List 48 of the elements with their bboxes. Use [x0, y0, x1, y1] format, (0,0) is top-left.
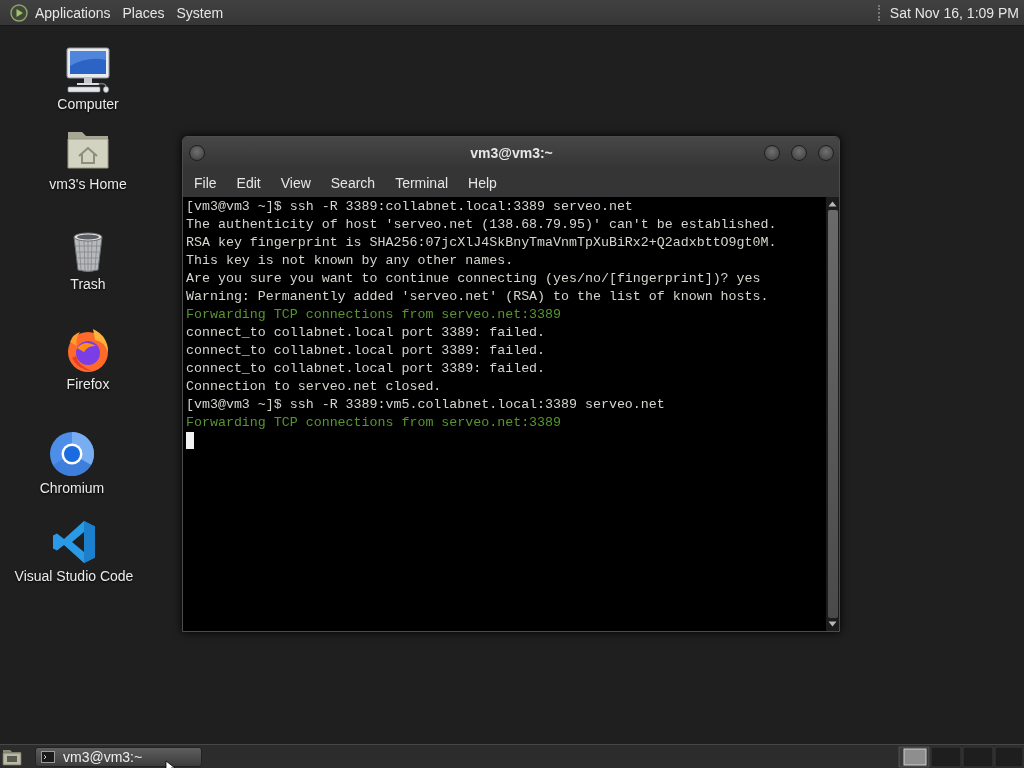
- play-circle-icon[interactable]: [10, 3, 28, 22]
- scrollbar-thumb[interactable]: [827, 210, 838, 618]
- panel-menu-item[interactable]: Places: [117, 0, 170, 25]
- terminal-line: Connection to serveo.net closed.: [186, 378, 443, 396]
- icon-label[interactable]: Computer: [57, 96, 119, 113]
- folder-icon[interactable]: [2, 747, 22, 766]
- ribbon-icon[interactable]: [50, 518, 98, 566]
- panel-menu-item[interactable]: Applications: [30, 0, 116, 25]
- maximize-button[interactable]: [791, 144, 807, 161]
- panel-menu-item[interactable]: System: [171, 0, 229, 25]
- terminal-line: [vm3@vm3 ~]$ ssh -R 3389:vm5.collabnet.local:3389 serveo.net: [186, 396, 666, 414]
- scrollbar[interactable]: [826, 197, 839, 631]
- close-button[interactable]: [818, 144, 834, 161]
- down-arrow-icon[interactable]: [828, 621, 837, 627]
- menu-item[interactable]: Edit: [226, 170, 271, 195]
- terminal-line: [vm3@vm3 ~]$ ssh -R 3389:collabnet.local:3389 serveo.net: [186, 198, 634, 216]
- terminal-line: The authenticity of host 'serveo.net (138.68.79.95)' can't be established.: [186, 216, 778, 234]
- terminal-line: RSA key fingerprint is SHA256:07jcXlJ4SkBnyTmaVnmTpXuBiRx2+Q2adxbttO9gt0M.: [186, 234, 778, 252]
- clock[interactable]: Sat Nov 16, 1:09 PM: [889, 4, 1019, 21]
- taskbar-button[interactable]: vm3@vm3:~: [35, 746, 202, 767]
- terminal-line: Forwarding TCP connections from serveo.net:3389: [186, 414, 563, 432]
- icon-label[interactable]: vm3's Home: [49, 176, 127, 193]
- terminal-line: connect_to collabnet.local port 3389: failed.: [186, 360, 547, 378]
- terminal-line: Are you sure you want to continue connecting (yes/no/[fingerprint])? yes: [186, 270, 762, 288]
- window-menu-button[interactable]: [189, 144, 205, 161]
- terminal-line: connect_to collabnet.local port 3389: failed.: [186, 324, 547, 342]
- computer-icon[interactable]: [64, 46, 112, 94]
- workspace-switcher[interactable]: [898, 745, 1024, 768]
- ring-icon[interactable]: [48, 430, 96, 478]
- minimize-button[interactable]: [764, 144, 780, 161]
- menu-item[interactable]: Search: [320, 170, 386, 195]
- icon-label[interactable]: Visual Studio Code: [14, 568, 134, 585]
- up-arrow-icon[interactable]: [828, 201, 837, 207]
- cursor-icon: [186, 432, 194, 449]
- menu-item[interactable]: Help: [458, 170, 507, 195]
- terminal-line: Warning: Permanently added 'serveo.net' (RSA) to the list of known hosts.: [186, 288, 770, 306]
- menu-item[interactable]: View: [270, 170, 321, 195]
- terminal-line: connect_to collabnet.local port 3389: failed.: [186, 342, 547, 360]
- terminal-line: This key is not known by any other names.: [186, 252, 515, 270]
- icon-label[interactable]: Firefox: [66, 376, 110, 393]
- icon-label[interactable]: Chromium: [39, 480, 105, 497]
- icon-label[interactable]: Trash: [70, 276, 106, 293]
- window-title: vm3@vm3:~: [470, 144, 553, 161]
- menu-item[interactable]: Terminal: [385, 170, 459, 195]
- drag-handle-icon[interactable]: [877, 4, 880, 21]
- terminal-line: Forwarding TCP connections from serveo.net:3389: [186, 306, 563, 324]
- terminal-icon: [41, 750, 55, 763]
- menu-item[interactable]: File: [184, 170, 227, 195]
